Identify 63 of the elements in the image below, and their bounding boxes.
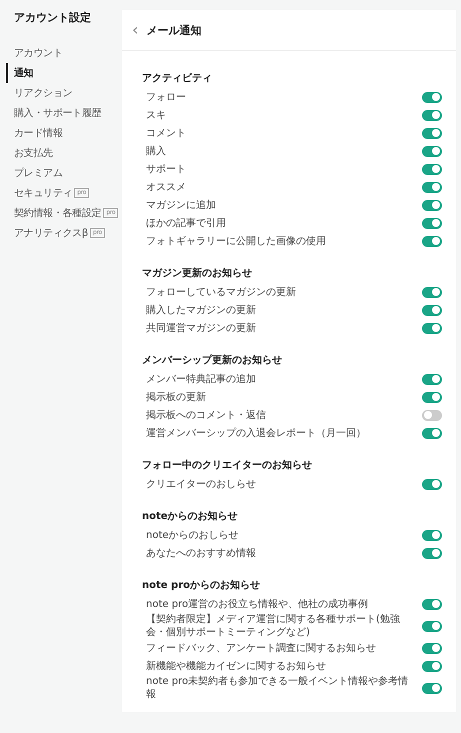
toggle-switch[interactable] [422, 530, 442, 540]
setting-label: 運営メンバーシップの入退会レポート（月一回） [146, 426, 366, 440]
toggle-switch[interactable] [422, 322, 442, 334]
setting-label: フィードバック、アンケート調査に関するお知らせ [146, 642, 376, 654]
sidebar-item[interactable]: リアクション [6, 83, 122, 103]
back-button[interactable]: ‹ [130, 22, 140, 38]
setting-label: note pro運営のお役立ち情報や、他社の成功事例 [146, 598, 368, 610]
setting-label: ほかの記事で引用 [146, 216, 226, 230]
page-title: メール通知 [146, 22, 202, 38]
toggle-switch[interactable] [422, 286, 442, 298]
sidebar-item[interactable]: 購入・サポート履歴 [6, 103, 122, 123]
toggle-switch[interactable] [422, 92, 442, 102]
toggle-switch[interactable] [422, 478, 442, 490]
section-heading: メンバーシップ更新のお知らせ [142, 353, 283, 367]
toggle-switch[interactable] [422, 660, 442, 672]
section-heading: マガジン更新のお知らせ [142, 266, 253, 280]
section-heading: フォロー中のクリエイターのお知らせ [142, 458, 313, 472]
setting-label: コメント [146, 126, 186, 140]
toggle-switch[interactable] [422, 548, 442, 558]
setting-label: 掲示板へのコメント・返信 [146, 408, 266, 422]
setting-label: スキ [146, 108, 166, 122]
toggle-switch[interactable] [422, 236, 442, 246]
setting-label: オススメ [146, 180, 186, 194]
setting-label: note pro未契約者も参加できる一般イベント情報や参考情報 [146, 675, 410, 701]
setting-label: 掲示板の更新 [146, 390, 206, 404]
toggle-switch[interactable] [422, 642, 442, 654]
toggle-switch[interactable] [422, 146, 442, 156]
toggle-switch[interactable] [422, 392, 442, 402]
setting-label: 【契約者限定】メディア運営に関する各種サポート(勉強会・個別サポートミーティングなど) [146, 613, 401, 639]
setting-label: 新機能や機能カイゼンに関するお知らせ [146, 660, 326, 672]
setting-label: フォトギャラリーに公開した画像の使用 [146, 234, 326, 248]
sidebar-item[interactable]: プレミアム [6, 163, 122, 183]
section-heading: note proからのお知らせ [142, 578, 261, 592]
toggle-switch[interactable] [422, 304, 442, 316]
toggle-switch[interactable] [422, 164, 442, 174]
setting-label: サポート [146, 162, 186, 176]
section-heading: アクティビティ [142, 72, 213, 85]
setting-label: noteからのおしらせ [146, 528, 239, 542]
setting-label: フォローしているマガジンの更新 [146, 286, 296, 298]
setting-label: メンバー特典記事の追加 [146, 372, 256, 386]
section-heading: noteからのお知らせ [142, 510, 239, 523]
toggle-switch[interactable] [422, 200, 442, 210]
setting-label: 購入 [146, 144, 166, 158]
setting-label: 購入したマガジンの更新 [146, 304, 256, 316]
toggle-switch[interactable] [422, 182, 442, 192]
sidebar-item[interactable]: カード情報 [6, 123, 122, 143]
sidebar-item[interactable]: お支払先 [6, 143, 122, 163]
setting-label: クリエイターのおしらせ [146, 478, 256, 490]
toggle-switch[interactable] [422, 598, 442, 610]
toggle-switch[interactable] [422, 128, 442, 138]
toggle-switch[interactable] [422, 682, 442, 694]
toggle-switch[interactable] [422, 620, 442, 632]
toggle-switch[interactable] [422, 110, 442, 120]
setting-label: 共同運営マガジンの更新 [146, 322, 256, 334]
toggle-switch[interactable] [422, 428, 442, 438]
toggle-switch[interactable] [422, 410, 442, 420]
setting-label: マガジンに追加 [146, 198, 216, 212]
toggle-switch[interactable] [422, 218, 442, 228]
setting-label: あなたへのおすすめ情報 [146, 546, 256, 560]
sidebar-title: アカウント設定 [14, 10, 92, 25]
setting-label: フォロー [146, 90, 186, 104]
sidebar-item[interactable]: アカウント [6, 43, 122, 63]
toggle-switch[interactable] [422, 374, 442, 384]
